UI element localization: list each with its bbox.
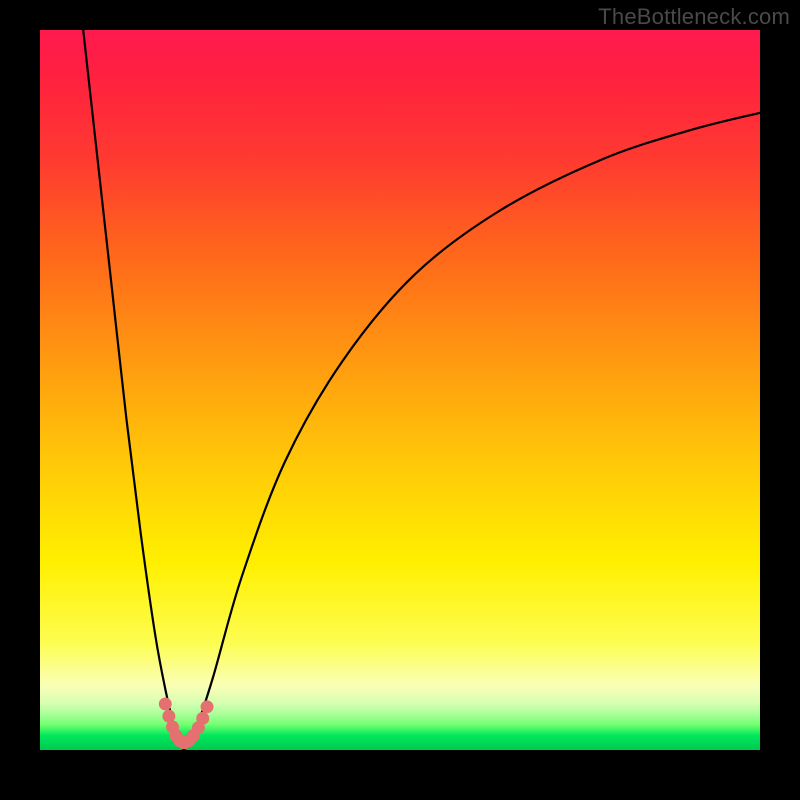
- bottleneck-curve-right: [184, 113, 760, 750]
- trough-marker: [159, 697, 172, 710]
- chart-svg: [40, 30, 760, 750]
- bottleneck-curve-left: [83, 30, 184, 750]
- trough-marker: [196, 712, 209, 725]
- curve-group: [83, 30, 760, 750]
- watermark-text: TheBottleneck.com: [598, 4, 790, 30]
- chart-frame: TheBottleneck.com: [0, 0, 800, 800]
- marker-group: [159, 697, 214, 749]
- plot-area: [40, 30, 760, 750]
- trough-marker: [201, 700, 214, 713]
